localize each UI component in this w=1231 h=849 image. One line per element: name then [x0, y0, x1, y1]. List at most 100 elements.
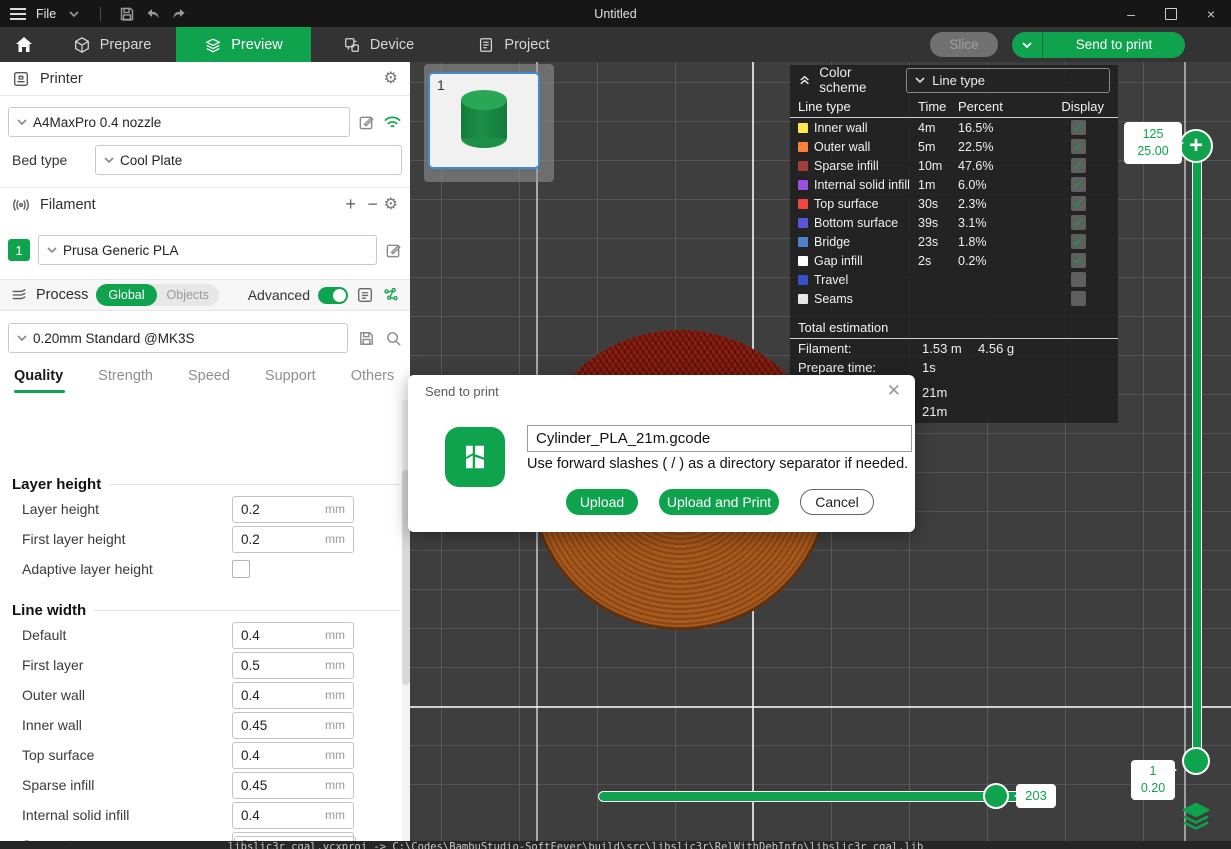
process-preset-dropdown[interactable]: 0.20mm Standard @MK3S	[8, 323, 348, 353]
advanced-toggle[interactable]	[318, 287, 348, 304]
dialog-close-icon[interactable]: ✕	[887, 381, 901, 401]
cancel-button[interactable]: Cancel	[800, 489, 874, 515]
tab-project[interactable]: Project	[446, 27, 581, 62]
undo-icon[interactable]	[145, 6, 161, 22]
display-checkbox[interactable]	[1071, 177, 1086, 192]
wifi-icon[interactable]	[383, 114, 402, 131]
bed-type-dropdown[interactable]: Cool Plate	[95, 145, 402, 175]
line-width-internal-solid-input[interactable]: 0.4 mm	[232, 802, 354, 829]
adaptive-layer-height-checkbox[interactable]	[232, 560, 250, 578]
display-checkbox[interactable]	[1071, 120, 1086, 135]
param-value: 0.45	[233, 778, 325, 793]
layers-view-button[interactable]	[1178, 798, 1214, 834]
printer-section-title: Printer	[40, 71, 83, 87]
remove-filament-button[interactable]: −	[362, 194, 384, 215]
redo-icon[interactable]	[171, 6, 187, 22]
minimize-button[interactable]: –	[1111, 0, 1151, 27]
process-icon	[10, 286, 28, 304]
edit-filament-icon[interactable]	[385, 242, 402, 259]
settings-list-icon[interactable]	[356, 286, 374, 304]
edit-printer-icon[interactable]	[358, 114, 375, 131]
display-checkbox[interactable]	[1071, 291, 1086, 306]
filament-slot-badge[interactable]: 1	[8, 239, 30, 261]
param-label: Adaptive layer height	[12, 561, 232, 577]
scope-global[interactable]: Global	[96, 284, 156, 306]
display-checkbox[interactable]	[1071, 253, 1086, 268]
layer-slider-track[interactable]	[1192, 146, 1202, 763]
tab-others[interactable]: Others	[351, 360, 395, 393]
line-width-outer-wall-input[interactable]: 0.4 mm	[232, 682, 354, 709]
line-width-inner-wall-input[interactable]: 0.45 mm	[232, 712, 354, 739]
layer-slider-bottom-handle[interactable]	[1182, 747, 1210, 775]
hamburger-menu-icon[interactable]	[10, 8, 26, 20]
home-button[interactable]	[0, 27, 48, 62]
printer-preset-dropdown[interactable]: A4MaxPro 0.4 nozzle	[8, 107, 350, 137]
save-preset-icon[interactable]	[358, 330, 375, 347]
move-slider-track[interactable]	[598, 791, 1034, 802]
project-icon	[477, 36, 495, 54]
process-scope-switch[interactable]: Global Objects	[96, 284, 219, 306]
add-filament-button[interactable]: +	[340, 194, 362, 215]
cylinder-mini-icon	[461, 90, 507, 148]
dialog-title: Send to print	[425, 384, 499, 399]
upload-and-print-button[interactable]: Upload and Print	[659, 489, 779, 515]
param-label: Outer wall	[12, 687, 232, 703]
search-icon[interactable]	[385, 330, 402, 347]
parameter-list: Layer height Layer height 0.2 mm First l…	[0, 462, 410, 841]
display-checkbox[interactable]	[1071, 215, 1086, 230]
printer-host-logo-icon	[445, 427, 505, 487]
col-line-type: Line type	[798, 99, 918, 114]
close-button[interactable]: ×	[1191, 0, 1231, 27]
titlebar: File Untitled – ×	[0, 0, 1231, 27]
line-width-sparse-infill-input[interactable]: 0.45 mm	[232, 772, 354, 799]
view-mode-dropdown[interactable]: Line type	[906, 68, 1110, 93]
scope-objects[interactable]: Objects	[157, 288, 219, 302]
layer-height-input[interactable]: 0.2 mm	[232, 496, 354, 523]
line-color-chip	[798, 180, 808, 190]
move-slider-handle[interactable]	[983, 783, 1009, 809]
param-unit: mm	[325, 718, 353, 732]
send-options-button[interactable]	[1012, 32, 1042, 58]
display-checkbox[interactable]	[1071, 196, 1086, 211]
tab-support[interactable]: Support	[265, 360, 316, 393]
chevron-down-icon[interactable]	[66, 6, 82, 22]
display-checkbox[interactable]	[1071, 272, 1086, 287]
send-to-print-button[interactable]: Send to print	[1042, 32, 1185, 58]
tab-prepare[interactable]: Prepare	[48, 27, 176, 62]
save-icon[interactable]	[119, 6, 135, 22]
tab-device[interactable]: Device	[311, 27, 446, 62]
chevron-down-icon	[915, 75, 925, 85]
collapse-icon[interactable]	[798, 73, 811, 87]
process-tabs: Quality Strength Speed Support Others	[0, 357, 410, 393]
divider	[100, 7, 101, 21]
param-label: Internal solid infill	[12, 807, 232, 823]
file-menu[interactable]: File	[36, 7, 56, 21]
line-width-top-surface-input[interactable]: 0.4 mm	[232, 742, 354, 769]
plate-1-thumbnail[interactable]: 1	[428, 72, 540, 169]
line-width-default-input[interactable]: 0.4 mm	[232, 622, 354, 649]
display-checkbox[interactable]	[1071, 158, 1086, 173]
filament-preset-value: Prusa Generic PLA	[63, 243, 179, 258]
chevron-down-icon	[47, 245, 57, 255]
upload-button[interactable]: Upload	[566, 489, 638, 515]
legend-row: Seams	[790, 289, 1118, 308]
tab-quality[interactable]: Quality	[14, 360, 63, 393]
param-label: First layer	[12, 657, 232, 673]
first-layer-height-input[interactable]: 0.2 mm	[232, 526, 354, 553]
display-checkbox[interactable]	[1071, 234, 1086, 249]
tab-preview[interactable]: Preview	[176, 27, 311, 62]
slice-button[interactable]: Slice	[930, 32, 998, 57]
param-value: 0.2	[233, 532, 325, 547]
filament-settings-gear-icon[interactable]: ⚙	[384, 197, 398, 213]
tab-strength[interactable]: Strength	[98, 360, 153, 393]
parameter-nodes-icon[interactable]	[382, 286, 400, 304]
tab-speed[interactable]: Speed	[188, 360, 230, 393]
filament-preset-dropdown[interactable]: Prusa Generic PLA	[38, 235, 377, 265]
printer-settings-gear-icon[interactable]: ⚙	[384, 71, 398, 87]
gcode-filename-input[interactable]: Cylinder_PLA_21m.gcode	[527, 425, 912, 452]
maximize-button[interactable]	[1151, 0, 1191, 27]
display-checkbox[interactable]	[1071, 139, 1086, 154]
param-unit: mm	[325, 658, 353, 672]
layer-slider-top-tooltip: 125 25.00	[1124, 122, 1182, 164]
line-width-first-layer-input[interactable]: 0.5 mm	[232, 652, 354, 679]
